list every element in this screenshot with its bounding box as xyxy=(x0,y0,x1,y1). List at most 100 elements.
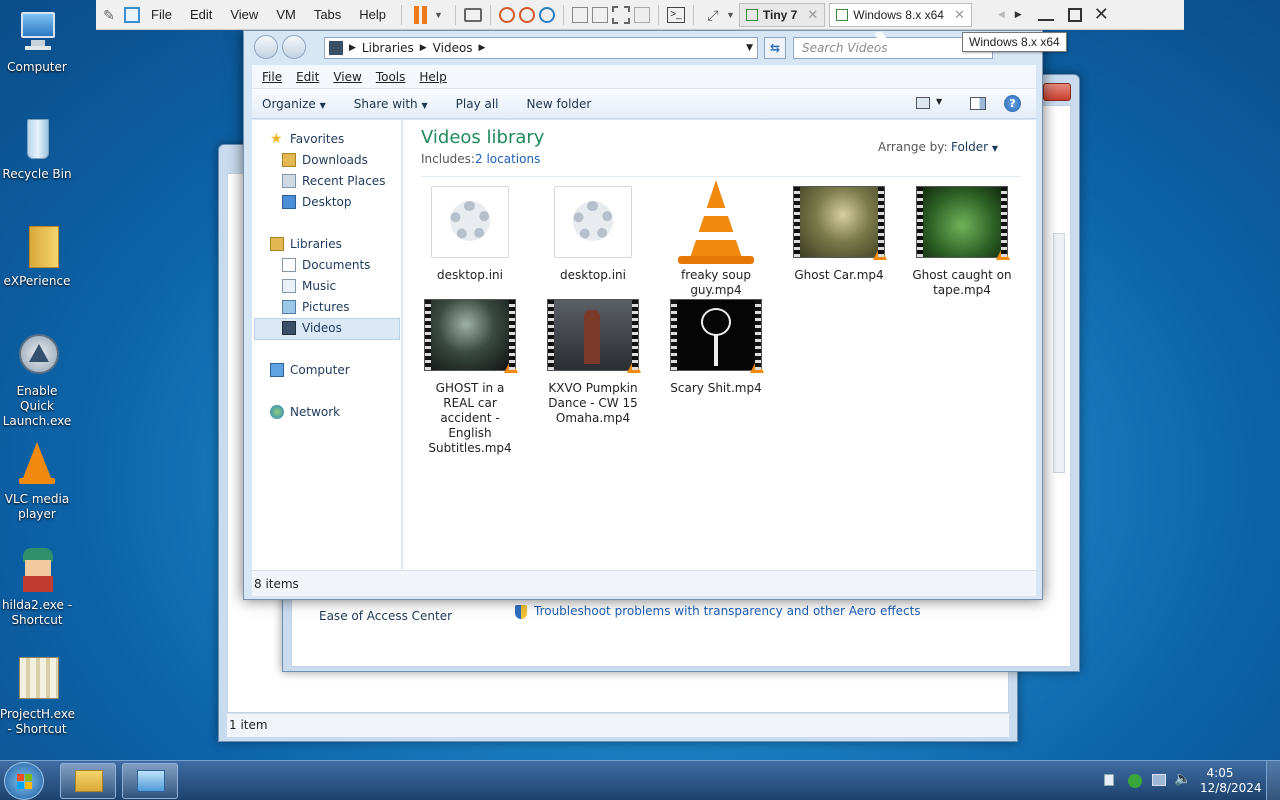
vm-menu-view[interactable]: View xyxy=(221,7,267,22)
menu-help[interactable]: Help xyxy=(419,70,446,84)
minimize-icon[interactable] xyxy=(1037,18,1054,21)
desktop-icon-computer[interactable]: Computer xyxy=(0,8,74,75)
video-thumbnail xyxy=(916,186,1010,260)
star-icon: ★ xyxy=(270,131,283,147)
desktop-icon-enable-quick-launch[interactable]: Enable Quick Launch.exe xyxy=(0,332,74,429)
vm-menu-file[interactable]: File xyxy=(142,7,181,22)
play-all-button[interactable]: Play all xyxy=(456,97,499,111)
desktop-icon-label: VLC media player xyxy=(4,492,70,521)
nav-network[interactable]: Network xyxy=(270,405,340,419)
new-folder-button[interactable]: New folder xyxy=(527,97,592,111)
view-options-icon[interactable] xyxy=(916,97,930,109)
forward-button[interactable] xyxy=(282,35,306,59)
scrollbar[interactable] xyxy=(1053,233,1065,473)
chevron-right-icon: ▶ xyxy=(349,43,356,53)
sidebar-toggle-icon[interactable] xyxy=(571,6,588,23)
chevron-down-icon[interactable]: ▼ xyxy=(434,10,443,20)
file-item[interactable]: Ghost Car.mp4 xyxy=(789,186,889,283)
nav-recent-places[interactable]: Recent Places xyxy=(282,174,385,188)
volume-icon[interactable]: 🔈 xyxy=(1174,771,1191,787)
nav-music[interactable]: Music xyxy=(282,279,336,293)
vm-menu-vm[interactable]: VM xyxy=(267,7,305,22)
troubleshoot-link[interactable]: Troubleshoot problems with transparency … xyxy=(534,604,921,618)
file-item[interactable]: KXVO Pumpkin Dance - CW 15 Omaha.mp4 xyxy=(543,299,643,426)
security-icon[interactable] xyxy=(1128,774,1142,788)
chevron-down-icon[interactable]: ▼ xyxy=(936,97,942,106)
organize-button[interactable]: Organize ▼ xyxy=(262,97,326,111)
file-item[interactable]: Ghost caught on tape.mp4 xyxy=(912,186,1012,298)
desktop-icon-experience[interactable]: eXPerience xyxy=(0,222,74,289)
revert-snapshot-icon[interactable] xyxy=(518,6,535,23)
chevron-down-icon[interactable]: ▼ xyxy=(746,43,753,53)
terminal-icon[interactable]: >_ xyxy=(666,6,685,23)
tab-label: Windows 8.x x64 xyxy=(853,7,944,22)
address-bar[interactable]: ▶ Libraries ▶ Videos ▶ ▼ xyxy=(324,37,758,59)
breadcrumb-videos[interactable]: Videos xyxy=(433,41,473,55)
nav-label: Libraries xyxy=(290,237,342,251)
arrange-by-dropdown[interactable]: Folder ▼ xyxy=(951,140,998,154)
menu-view[interactable]: View xyxy=(333,70,361,84)
chevron-down-icon[interactable]: ▼ xyxy=(726,10,735,20)
nav-downloads[interactable]: Downloads xyxy=(282,153,368,167)
file-item[interactable]: desktop.ini xyxy=(420,186,520,283)
snapshot-icon[interactable] xyxy=(498,6,515,23)
start-button[interactable] xyxy=(4,762,44,800)
console-view-icon[interactable] xyxy=(591,6,608,23)
action-center-icon[interactable] xyxy=(1104,774,1114,786)
file-item[interactable]: freaky soup guy.mp4 xyxy=(666,180,766,298)
desktop-icon-projecth[interactable]: ProjectH.exe - Shortcut xyxy=(0,655,75,737)
network-tray-icon[interactable] xyxy=(1152,774,1166,786)
desktop-icon-hilda2[interactable]: hilda2.exe - Shortcut xyxy=(0,546,74,628)
scroll-left-icon[interactable]: ◀ xyxy=(998,9,1005,20)
menu-edit[interactable]: Edit xyxy=(296,70,319,84)
restore-icon[interactable] xyxy=(1067,7,1082,22)
preview-pane-icon[interactable] xyxy=(970,97,986,110)
nav-computer[interactable]: Computer xyxy=(270,363,350,377)
file-name: GHOST in a REAL car accident - English S… xyxy=(428,381,512,455)
desktop-icon xyxy=(282,195,296,209)
desktop-icon-recycle-bin[interactable]: Recycle Bin xyxy=(0,115,74,182)
fullscreen-icon[interactable] xyxy=(611,5,630,24)
nav-favorites[interactable]: ★ Favorites xyxy=(270,132,344,146)
breadcrumb-libraries[interactable]: Libraries xyxy=(362,41,414,55)
nav-pictures[interactable]: Pictures xyxy=(282,300,350,314)
menu-tools[interactable]: Tools xyxy=(376,70,406,84)
refresh-icon[interactable]: ⇆ xyxy=(764,37,786,59)
nav-videos[interactable]: Videos xyxy=(282,321,342,335)
scroll-right-icon[interactable]: ▶ xyxy=(1015,9,1022,20)
pin-icon[interactable]: ✎ xyxy=(98,4,120,26)
stretch-icon[interactable]: ⤢ xyxy=(702,4,724,26)
taskbar-control-panel-button[interactable] xyxy=(122,763,178,799)
vlc-cone-icon xyxy=(13,440,61,488)
tab-tiny-7[interactable]: Tiny 7 ✕ xyxy=(738,2,826,27)
share-with-button[interactable]: Share with ▼ xyxy=(354,97,428,111)
tab-windows-8[interactable]: Windows 8.x x64 ✕ xyxy=(829,2,972,27)
close-button[interactable] xyxy=(1043,83,1071,101)
nav-label: Documents xyxy=(302,258,371,272)
help-icon[interactable]: ? xyxy=(1004,95,1021,112)
unity-icon[interactable] xyxy=(633,6,650,23)
taskbar-explorer-button[interactable] xyxy=(60,763,116,799)
pause-icon[interactable] xyxy=(410,4,432,26)
close-icon[interactable]: ✕ xyxy=(1094,4,1109,25)
clock[interactable]: 4:05 12/8/2024 xyxy=(1200,766,1262,796)
close-icon[interactable]: ✕ xyxy=(954,7,965,23)
ease-of-access-link[interactable]: Ease of Access Center xyxy=(319,609,452,623)
nav-documents[interactable]: Documents xyxy=(282,258,370,272)
show-desktop-button[interactable] xyxy=(1266,761,1280,800)
file-item[interactable]: GHOST in a REAL car accident - English S… xyxy=(420,299,520,456)
vm-menu-tabs[interactable]: Tabs xyxy=(305,7,350,22)
nav-libraries[interactable]: Libraries xyxy=(270,237,342,251)
file-item[interactable]: desktop.ini xyxy=(543,186,643,283)
desktop-icon-vlc[interactable]: VLC media player xyxy=(0,440,74,522)
menu-file[interactable]: File xyxy=(262,70,282,84)
vm-menu-edit[interactable]: Edit xyxy=(181,7,221,22)
nav-desktop[interactable]: Desktop xyxy=(282,195,352,209)
file-item[interactable]: Scary Shit.mp4 xyxy=(666,299,766,396)
snapshot-manager-icon[interactable] xyxy=(538,6,555,23)
includes-locations-link[interactable]: 2 locations xyxy=(475,152,540,166)
close-icon[interactable]: ✕ xyxy=(807,7,818,23)
vm-menu-help[interactable]: Help xyxy=(350,7,395,22)
back-button[interactable] xyxy=(254,35,278,59)
send-keys-icon[interactable] xyxy=(463,7,482,22)
